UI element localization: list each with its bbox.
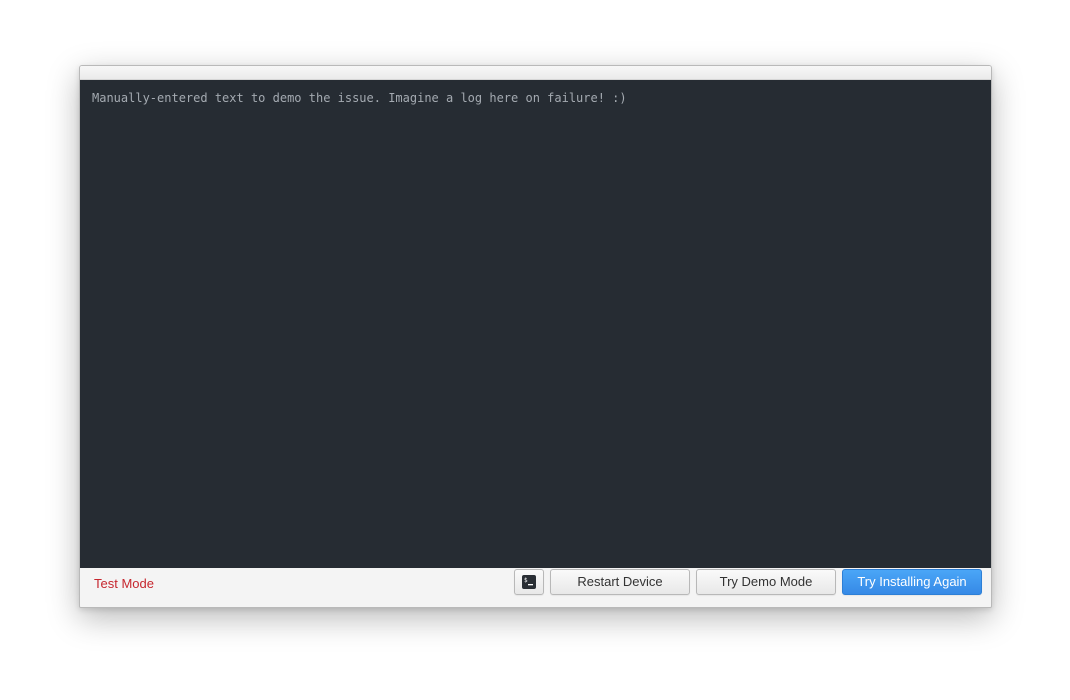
restart-device-button[interactable]: Restart Device: [550, 569, 690, 595]
window-titlebar[interactable]: [80, 66, 991, 80]
try-installing-again-button[interactable]: Try Installing Again: [842, 569, 982, 595]
action-bar: Test Mode $ Restart Device Try Demo Mode…: [80, 568, 991, 607]
svg-text:$: $: [524, 577, 528, 584]
terminal-toggle-button[interactable]: $: [514, 569, 544, 595]
terminal-log-text: Manually-entered text to demo the issue.…: [92, 91, 627, 105]
test-mode-label: Test Mode: [94, 576, 154, 591]
terminal-icon: $: [522, 575, 536, 589]
try-demo-mode-button[interactable]: Try Demo Mode: [696, 569, 836, 595]
terminal-log-view[interactable]: Manually-entered text to demo the issue.…: [80, 80, 991, 568]
installer-window: Manually-entered text to demo the issue.…: [79, 65, 992, 608]
